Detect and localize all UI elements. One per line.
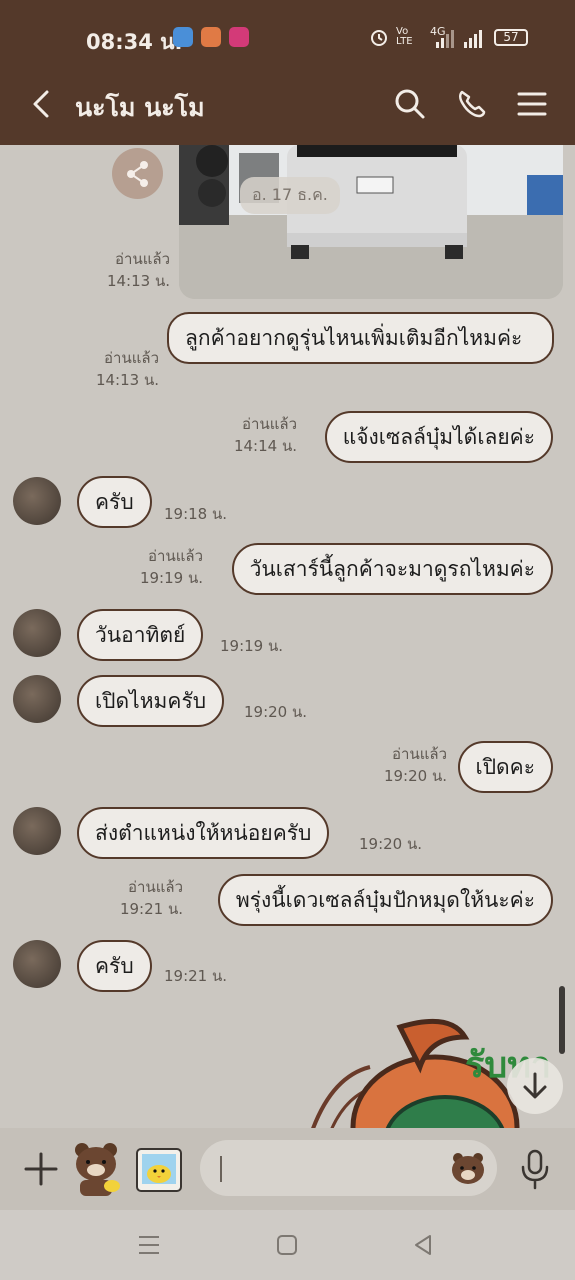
message-bubble-sent[interactable]: พรุ่งนี้เดวเซลล์บุ๋มปักหมุดให้นะค่ะ: [217, 874, 553, 926]
system-nav-bar: [0, 1210, 575, 1280]
message-meta: อ่านแล้ว 19:19 น.: [140, 545, 203, 589]
status-bar: 08:34 น. Vo LTE 4G 57: [0, 0, 575, 78]
message-time: 14:13 น.: [106, 272, 170, 290]
app-notification-icon: [229, 27, 249, 47]
message-time: 19:21 น.: [119, 900, 183, 918]
emoji-bear-icon[interactable]: [448, 1148, 488, 1188]
read-receipt: อ่านแล้ว: [115, 250, 170, 268]
message-bubble-received[interactable]: ส่งตำแหน่งให้หน่อยครับ: [77, 807, 330, 859]
scroll-down-icon: [523, 1072, 547, 1099]
message-bubble-received[interactable]: วันอาทิตย์: [77, 609, 204, 661]
chat-header: นะโม นะโม: [0, 78, 575, 145]
app-notification-icon: [173, 27, 193, 47]
message-time: 19:20 น.: [244, 703, 308, 721]
chat-area[interactable]: อ. 17 ธ.ค. อ่านแล้ว 14:13 น. อ่านแล้ว 14…: [0, 145, 575, 1128]
message-bubble-sent[interactable]: ลูกค้าอยากดูรุ่นไหนเพิ่มเติมอีกไหมค่ะ: [167, 312, 554, 364]
message-time: 14:14 น.: [233, 437, 297, 455]
message-time: 19:20 น.: [359, 835, 423, 853]
message-time: 19:20 น.: [383, 767, 447, 785]
app-notification-icon: [201, 27, 221, 47]
read-receipt: อ่านแล้ว: [392, 745, 447, 763]
chat-title: นะโม นะโม: [75, 93, 205, 122]
recent-apps-icon[interactable]: [136, 1232, 162, 1258]
home-icon[interactable]: [274, 1232, 300, 1258]
scroll-down-button[interactable]: [507, 1058, 563, 1114]
message-input-bar: [0, 1128, 575, 1210]
plus-icon[interactable]: [22, 1150, 60, 1188]
message-meta: อ่านแล้ว 19:21 น.: [120, 876, 183, 920]
share-icon: [127, 161, 148, 187]
phone-icon[interactable]: [452, 84, 492, 124]
message-time: 19:21 น.: [164, 967, 228, 985]
back-arrow-icon[interactable]: [22, 84, 62, 124]
message-meta: อ่านแล้ว 14:13 น.: [96, 347, 159, 391]
contact-avatar[interactable]: [13, 940, 61, 988]
share-button[interactable]: [112, 148, 163, 199]
message-meta: อ่านแล้ว 19:20 น.: [384, 743, 447, 787]
message-time: 19:18 น.: [164, 505, 228, 523]
microphone-icon[interactable]: [518, 1148, 552, 1190]
message-bubble-sent[interactable]: วันเสาร์นี้ลูกค้าจะมาดูรถไหมค่ะ: [231, 543, 553, 595]
read-receipt: อ่านแล้ว: [128, 878, 183, 896]
text-cursor: [220, 1156, 222, 1182]
search-icon[interactable]: [390, 84, 430, 124]
status-time: 08:34 น.: [86, 30, 183, 54]
read-receipt: อ่านแล้ว: [242, 415, 297, 433]
van-photo: [179, 145, 563, 299]
message-bubble-sent[interactable]: เปิดคะ: [457, 741, 553, 793]
message-bubble-received[interactable]: ครับ: [77, 476, 152, 528]
battery-indicator: 57: [494, 29, 528, 46]
alarm-icon: [371, 30, 387, 46]
read-receipt: อ่านแล้ว: [148, 547, 203, 565]
gallery-icon[interactable]: [134, 1146, 184, 1194]
message-time: 14:13 น.: [95, 371, 159, 389]
menu-icon[interactable]: [512, 84, 552, 124]
photo-message[interactable]: [179, 145, 563, 299]
brown-bear-sticker-icon[interactable]: [68, 1140, 124, 1198]
message-meta: อ่านแล้ว 14:14 น.: [234, 413, 297, 457]
message-bubble-received[interactable]: ครับ: [77, 940, 152, 992]
contact-avatar[interactable]: [13, 477, 61, 525]
message-time: 19:19 น.: [220, 637, 284, 655]
contact-avatar[interactable]: [13, 609, 61, 657]
message-bubble-sent[interactable]: แจ้งเซลล์บุ๋มได้เลยค่ะ: [324, 411, 553, 463]
read-receipt: อ่านแล้ว: [104, 349, 159, 367]
signal-icon: [436, 30, 482, 48]
scrollbar[interactable]: [559, 986, 565, 1054]
message-bubble-received[interactable]: เปิดไหมครับ: [77, 675, 225, 727]
message-meta: อ่านแล้ว 14:13 น.: [107, 248, 170, 292]
contact-avatar[interactable]: [13, 675, 61, 723]
date-chip: อ. 17 ธ.ค.: [240, 177, 340, 214]
contact-avatar[interactable]: [13, 807, 61, 855]
back-icon[interactable]: [410, 1232, 436, 1258]
message-time: 19:19 น.: [139, 569, 203, 587]
volte-indicator: Vo LTE: [396, 26, 413, 47]
message-text-field[interactable]: [200, 1140, 497, 1196]
